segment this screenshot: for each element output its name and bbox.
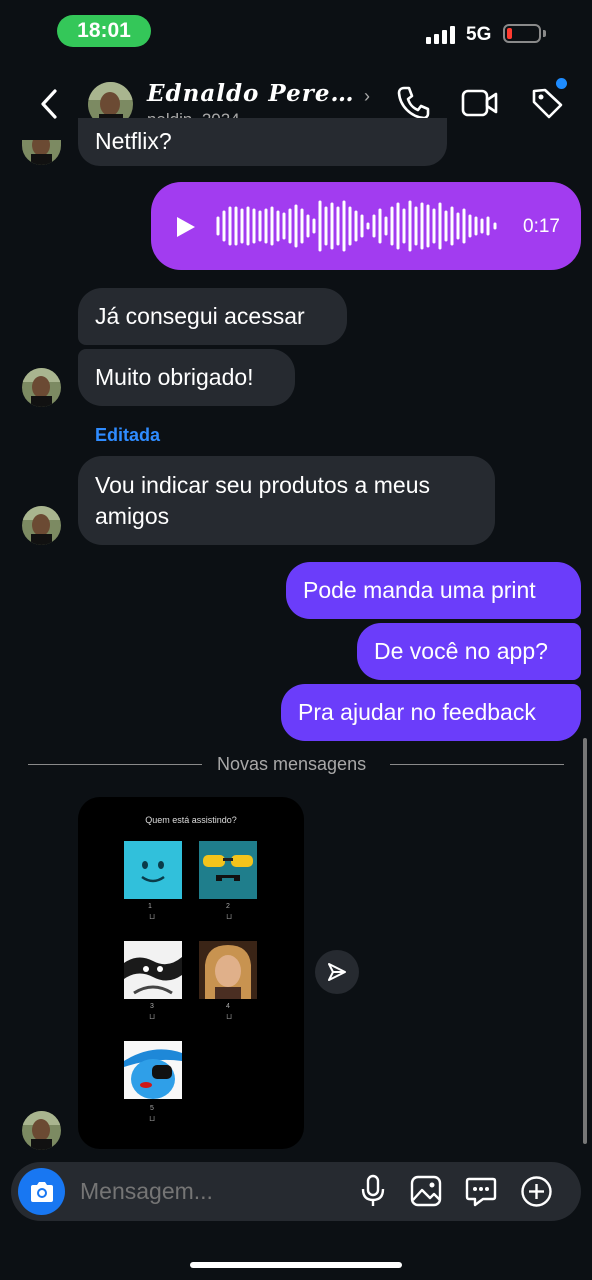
microphone-icon	[361, 1174, 385, 1206]
profile-label-1: 1	[148, 903, 152, 910]
lock-icon: ⊔	[149, 912, 156, 921]
scrollbar[interactable]	[583, 738, 587, 1144]
network-label: 5G	[466, 24, 492, 45]
video-camera-icon	[461, 89, 498, 117]
lock-icon: ⊔	[149, 1012, 156, 1021]
video-call-button[interactable]	[461, 88, 499, 123]
phone-icon	[397, 86, 430, 120]
message-text: Pra ajudar no feedback	[298, 699, 536, 725]
screenshot-title: Quem está assistindo?	[145, 815, 237, 825]
chevron-right-icon[interactable]: ›	[364, 86, 370, 107]
profile-avatar-5	[124, 1041, 182, 1099]
message-text: De você no app?	[374, 638, 548, 664]
gallery-button[interactable]	[410, 1175, 442, 1212]
message-text: Muito obrigado!	[95, 364, 254, 390]
message-text: Vou indicar seu produtos a meus amigos	[95, 472, 430, 529]
tag-icon	[532, 88, 563, 119]
message-bubble-incoming[interactable]: Vou indicar seu produtos a meus amigos	[78, 456, 495, 545]
audio-message[interactable]: 0:17	[151, 182, 581, 270]
message-bubble-incoming[interactable]: Já consegui acessar	[78, 288, 347, 345]
profile-label-2: 2	[226, 903, 230, 910]
divider-line-left	[28, 764, 202, 765]
message-bubble-outgoing[interactable]: Pra ajudar no feedback	[281, 684, 581, 741]
tag-button[interactable]	[530, 86, 564, 125]
notification-dot	[556, 78, 567, 89]
message-bubble-outgoing[interactable]: De você no app?	[357, 623, 581, 680]
sender-avatar[interactable]	[22, 506, 61, 545]
image-icon	[410, 1175, 442, 1207]
profile-avatar-4	[199, 941, 257, 999]
sender-avatar[interactable]	[22, 368, 61, 407]
sticker-button[interactable]	[465, 1175, 497, 1212]
sender-avatar[interactable]	[22, 1111, 61, 1150]
plus-circle-icon	[521, 1176, 552, 1207]
signal-icon	[426, 26, 455, 44]
message-text: Netflix?	[95, 128, 172, 154]
new-messages-divider: Novas mensagens	[217, 754, 367, 774]
message-text: Pode manda uma print	[303, 577, 536, 603]
play-icon[interactable]	[175, 215, 197, 239]
chat-bubble-icon	[465, 1177, 497, 1207]
audio-waveform	[216, 200, 497, 252]
lock-icon: ⊔	[226, 1012, 233, 1021]
camera-button[interactable]	[18, 1168, 65, 1215]
profile-label-3: 3	[150, 1003, 154, 1010]
message-input[interactable]	[78, 1177, 342, 1206]
camera-icon	[30, 1181, 53, 1202]
message-bubble-incoming[interactable]: Netflix?	[78, 118, 447, 166]
lock-icon: ⊔	[149, 1114, 156, 1123]
status-time: 18:01	[57, 15, 151, 47]
image-message[interactable]: Quem está assistindo? 1 2 3 4 5 ⊔ ⊔ ⊔ ⊔ …	[78, 797, 304, 1149]
chevron-left-icon	[41, 89, 57, 119]
share-button[interactable]	[315, 950, 359, 994]
profile-label-4: 4	[226, 1003, 230, 1010]
divider-line-right	[390, 764, 564, 765]
profile-avatar-2	[199, 841, 257, 899]
back-button[interactable]	[34, 86, 64, 127]
add-button[interactable]	[520, 1175, 553, 1213]
send-icon	[328, 963, 346, 981]
audio-duration: 0:17	[523, 216, 560, 237]
message-text: Já consegui acessar	[95, 303, 305, 329]
home-indicator[interactable]	[190, 1262, 402, 1268]
contact-name[interactable]: Ednaldo Pere…	[147, 80, 354, 107]
message-bubble-incoming[interactable]: Muito obrigado!	[78, 349, 295, 406]
profile-avatar-3	[124, 941, 182, 999]
profile-label-5: 5	[150, 1105, 154, 1112]
battery-icon	[503, 24, 541, 43]
microphone-button[interactable]	[360, 1174, 386, 1213]
profile-avatar-1	[124, 841, 182, 899]
edited-label: Editada	[95, 425, 161, 445]
message-bubble-outgoing[interactable]: Pode manda uma print	[286, 562, 581, 619]
sender-avatar[interactable]	[22, 140, 61, 165]
lock-icon: ⊔	[226, 912, 233, 921]
battery-tip	[543, 30, 546, 37]
